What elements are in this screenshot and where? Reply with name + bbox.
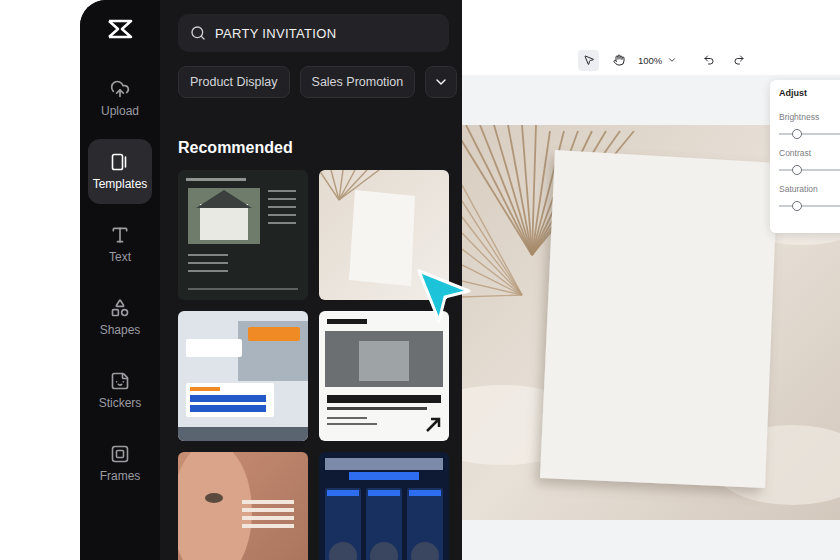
hand-icon bbox=[613, 54, 625, 66]
slider-thumb[interactable] bbox=[792, 201, 802, 211]
more-filters-button[interactable] bbox=[425, 66, 457, 98]
sidebar-item-label: Text bbox=[109, 250, 131, 264]
section-title: Recommended bbox=[178, 138, 449, 158]
slider-track[interactable] bbox=[779, 205, 840, 207]
filter-row: Product Display Sales Promotion bbox=[178, 66, 449, 98]
slider-thumb[interactable] bbox=[792, 129, 802, 139]
recruiting-thumbnail-icon bbox=[178, 311, 308, 441]
template-card[interactable] bbox=[319, 452, 449, 560]
templates-icon bbox=[110, 152, 130, 172]
sidebar-item[interactable]: Templates bbox=[88, 139, 152, 204]
product-thumbnail-icon bbox=[319, 452, 449, 560]
sidebar-item-label: Frames bbox=[100, 469, 141, 483]
search-value: PARTY INVITATION bbox=[215, 26, 336, 41]
poster-thumbnail-icon bbox=[319, 311, 449, 441]
slider-label: Saturation bbox=[779, 184, 840, 194]
template-card[interactable] bbox=[178, 311, 308, 441]
undo-icon bbox=[703, 54, 715, 66]
slider-row: Brightness bbox=[779, 112, 840, 139]
zoom-dropdown[interactable]: 100% bbox=[638, 55, 677, 66]
listing-thumbnail-icon bbox=[178, 170, 308, 300]
slider-row: Saturation bbox=[779, 184, 840, 211]
mouse-cursor-icon bbox=[414, 266, 474, 326]
templates-panel: PARTY INVITATION Product Display Sales Pro… bbox=[160, 0, 462, 560]
pointer-icon bbox=[583, 54, 595, 66]
undo-button[interactable] bbox=[698, 50, 719, 71]
stickers-icon bbox=[110, 371, 130, 391]
invitation-thumbnail-icon bbox=[319, 170, 449, 300]
logo[interactable] bbox=[80, 0, 160, 58]
app-window: Upload Templates Text Shapes Stickers Frames P… bbox=[0, 0, 840, 560]
upload-icon bbox=[110, 79, 130, 99]
search-icon bbox=[190, 25, 206, 41]
sidebar-item-label: Shapes bbox=[100, 323, 141, 337]
adjust-panel: Adjust Brightness Contrast Saturation bbox=[770, 80, 840, 233]
shapes-icon bbox=[110, 298, 130, 318]
sidebar-item[interactable]: Upload bbox=[88, 66, 152, 131]
redo-icon bbox=[733, 54, 745, 66]
template-card[interactable] bbox=[178, 452, 308, 560]
text-icon bbox=[110, 225, 130, 245]
chevron-down-icon bbox=[433, 74, 449, 90]
zoom-value: 100% bbox=[638, 55, 662, 66]
template-grid bbox=[178, 170, 449, 560]
template-card[interactable] bbox=[319, 311, 449, 441]
sidebar-item-label: Upload bbox=[101, 104, 139, 118]
sidebar-item-label: Templates bbox=[93, 177, 148, 191]
canvas-toolbar: 100% bbox=[462, 0, 840, 75]
sidebar-item[interactable]: Stickers bbox=[88, 358, 152, 423]
portrait-thumbnail-icon bbox=[178, 452, 308, 560]
mouse-cursor bbox=[414, 266, 474, 326]
template-card[interactable] bbox=[178, 170, 308, 300]
slider-row: Contrast bbox=[779, 148, 840, 175]
slider-thumb[interactable] bbox=[792, 165, 802, 175]
sidebar-item-label: Stickers bbox=[99, 396, 142, 410]
filter-chip[interactable]: Sales Promotion bbox=[300, 66, 416, 98]
slider-track[interactable] bbox=[779, 169, 840, 171]
template-card[interactable] bbox=[319, 170, 449, 300]
workspace: 100% Adjust Brightness Contrast Saturation bbox=[462, 0, 840, 560]
nav-rail: Upload Templates Text Shapes Stickers Frames bbox=[80, 0, 160, 560]
sidebar-item[interactable]: Frames bbox=[88, 431, 152, 496]
page-margin bbox=[0, 0, 80, 560]
sidebar: Upload Templates Text Shapes Stickers Frames P… bbox=[80, 0, 462, 560]
frames-icon bbox=[110, 444, 130, 464]
search-field[interactable]: PARTY INVITATION bbox=[178, 14, 449, 52]
slider-label: Contrast bbox=[779, 148, 840, 158]
capcut-logo-icon bbox=[107, 18, 133, 40]
filter-chip[interactable]: Product Display bbox=[178, 66, 290, 98]
hand-tool-button[interactable] bbox=[608, 50, 629, 71]
adjust-title: Adjust bbox=[779, 88, 840, 98]
chevron-down-icon bbox=[667, 55, 677, 65]
redo-button[interactable] bbox=[728, 50, 749, 71]
slider-label: Brightness bbox=[779, 112, 840, 122]
sidebar-item[interactable]: Text bbox=[88, 212, 152, 277]
select-tool-button[interactable] bbox=[578, 50, 599, 71]
slider-track[interactable] bbox=[779, 133, 840, 135]
sidebar-item[interactable]: Shapes bbox=[88, 285, 152, 350]
